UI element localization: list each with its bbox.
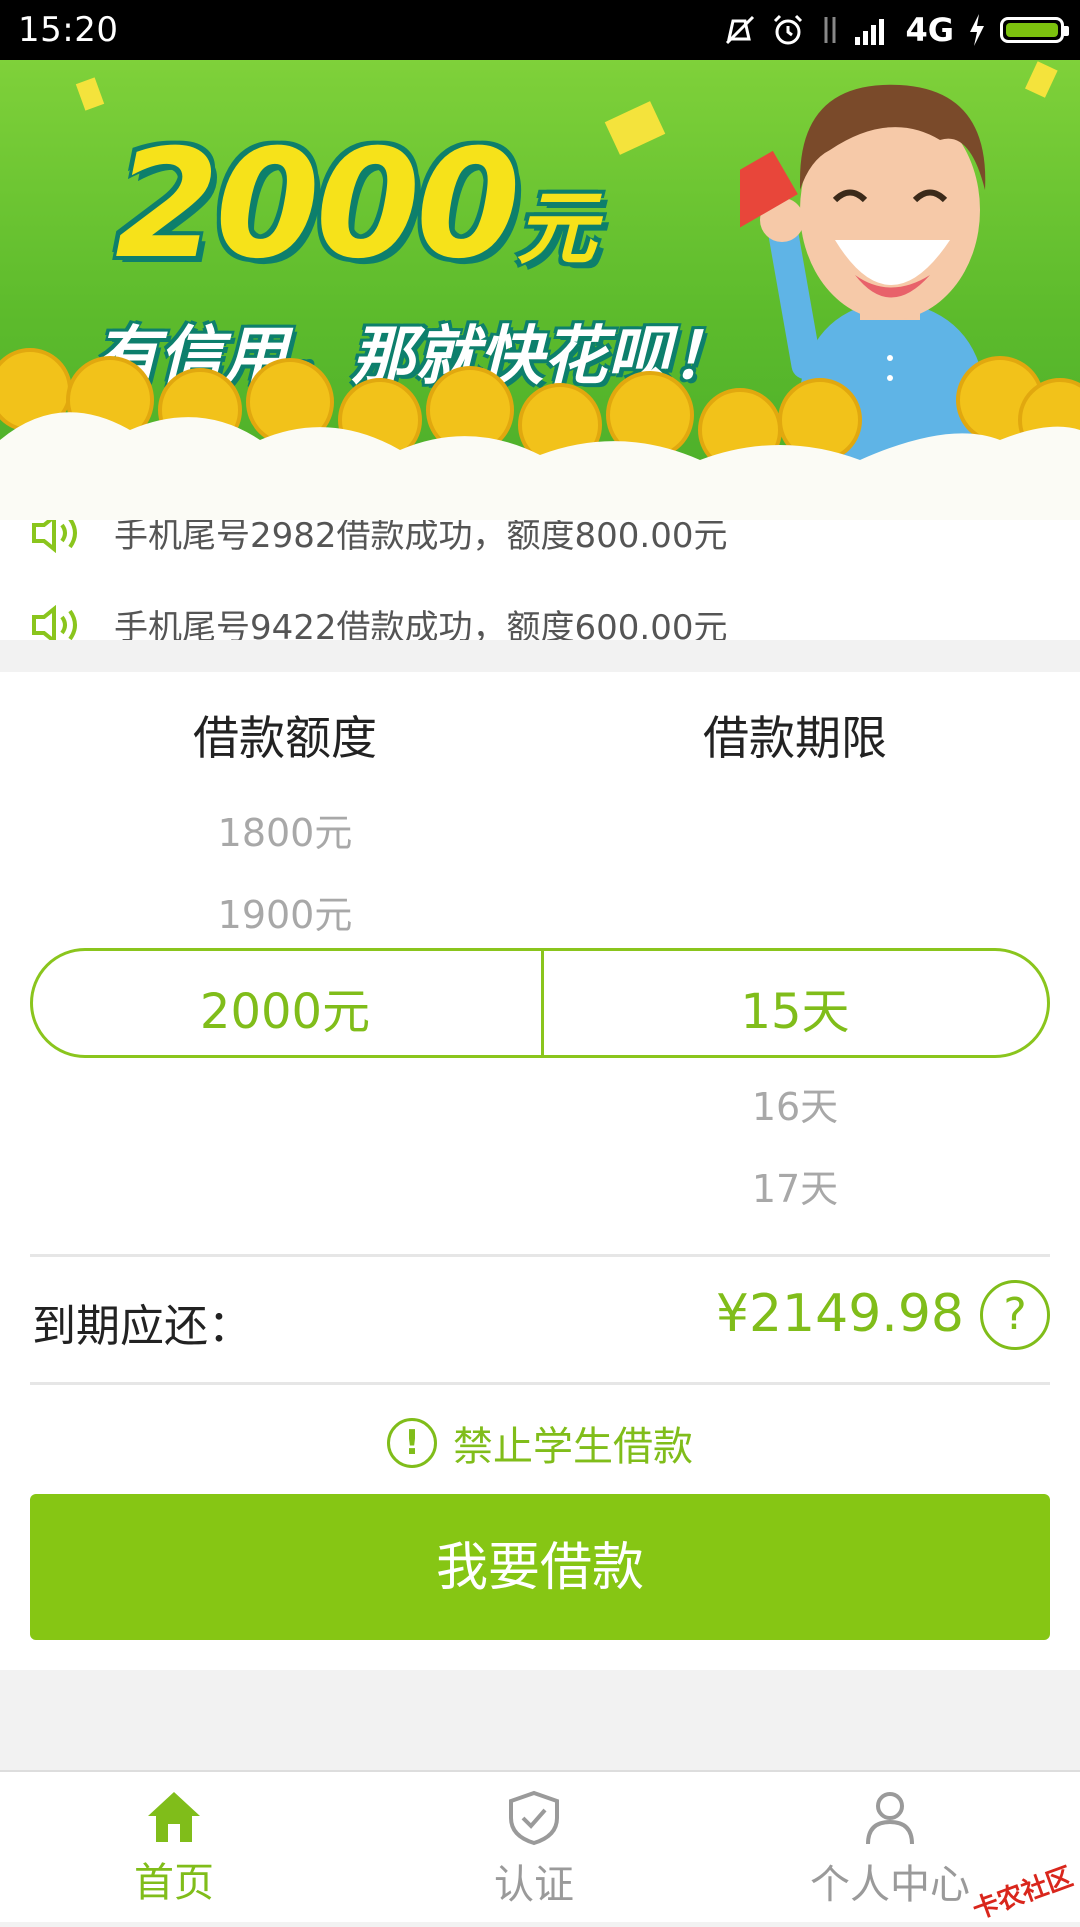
network-type: 4G — [905, 11, 954, 49]
status-bar: 15:20 4G — [0, 0, 1080, 60]
ticker-item: 手机尾号2982借款成功，额度800.00元 — [30, 520, 728, 557]
nav-label: 个人中心 — [810, 1862, 970, 1908]
alarm-icon — [774, 14, 803, 45]
nav-home[interactable]: 首页 — [74, 1790, 274, 1908]
data-arrows-icon — [824, 17, 836, 43]
amount-selected[interactable]: 2000元 — [15, 972, 555, 1042]
due-amount: ¥2149.98 — [715, 1284, 964, 1344]
coins-clouds-illustration — [0, 348, 1080, 520]
status-time: 15:20 — [18, 10, 119, 50]
status-icons: 4G — [723, 11, 1069, 49]
amount-option[interactable]: 1900元 — [15, 884, 555, 939]
due-label: 到期应还： — [32, 1301, 252, 1352]
student-notice: ! 禁止学生借款 — [0, 1414, 1080, 1472]
banner-amount: 2000元 — [115, 118, 596, 292]
bottom-nav: 首页 认证 个人中心 卡农社区 — [0, 1770, 1080, 1926]
person-icon — [866, 1792, 914, 1845]
loan-picker-panel: 借款额度 借款期限 1800元 1900元 2000元 15天 16天 17天 … — [0, 672, 1080, 1670]
home-icon — [148, 1792, 200, 1842]
nav-label: 认证 — [494, 1862, 574, 1908]
term-option[interactable]: 17天 — [525, 1158, 1065, 1213]
speaker-icon — [32, 604, 77, 640]
borrow-button[interactable]: 我要借款 — [30, 1494, 1050, 1640]
divider — [30, 1382, 1050, 1385]
term-header: 借款期限 — [703, 711, 887, 765]
signal-icon — [855, 19, 885, 45]
charging-icon — [970, 14, 984, 46]
exclamation-icon: ! — [387, 1418, 437, 1468]
term-selected[interactable]: 15天 — [525, 972, 1065, 1042]
nav-label: 首页 — [134, 1860, 214, 1906]
speaker-icon — [32, 520, 77, 553]
loan-ticker: 手机尾号2982借款成功，额度800.00元 手机尾号9422借款成功，额度60… — [0, 520, 1080, 640]
nav-profile[interactable]: 个人中心 — [790, 1790, 990, 1910]
notice-text: 禁止学生借款 — [453, 1424, 693, 1470]
amount-header: 借款额度 — [193, 711, 377, 765]
divider — [30, 1254, 1050, 1257]
ticker-item: 手机尾号9422借款成功，额度600.00元 — [30, 600, 728, 640]
ticker-text: 手机尾号2982借款成功，额度800.00元 — [114, 520, 728, 556]
mute-icon — [726, 15, 755, 45]
amount-option[interactable]: 1800元 — [15, 802, 555, 857]
promo-banner[interactable]: 2000元 有信用，那就快花呗！ — [0, 60, 1080, 520]
term-option[interactable]: 16天 — [525, 1076, 1065, 1131]
battery-icon — [1000, 17, 1069, 43]
nav-verify[interactable]: 认证 — [434, 1790, 634, 1910]
ticker-text: 手机尾号9422借款成功，额度600.00元 — [114, 608, 728, 640]
help-icon[interactable]: ? — [980, 1280, 1050, 1350]
shield-check-icon — [509, 1790, 559, 1846]
